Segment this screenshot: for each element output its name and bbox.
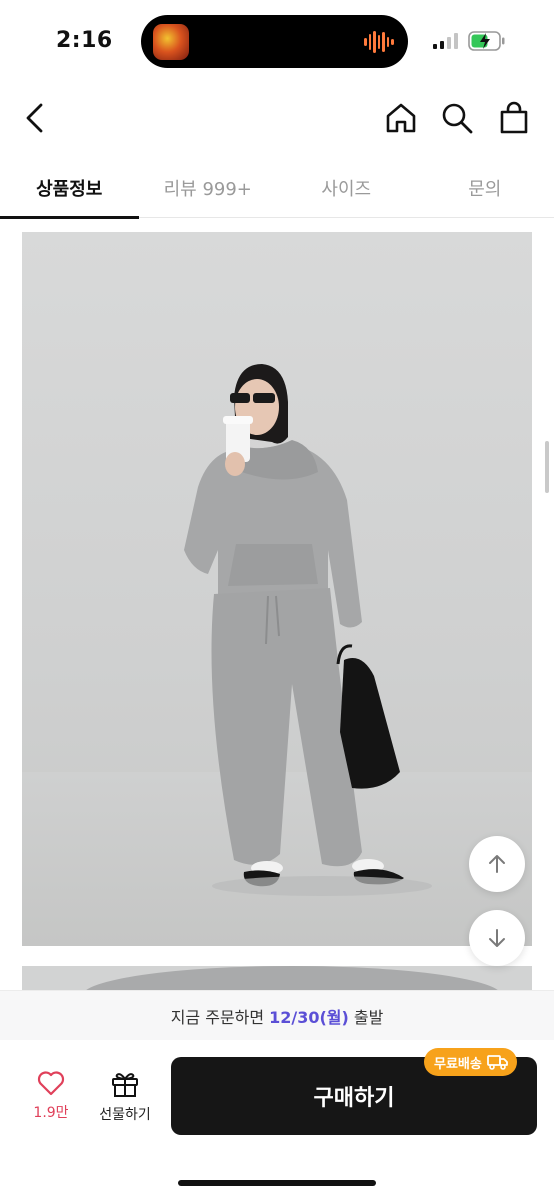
delivery-notice: 지금 주문하면 12/30(월) 출발: [0, 990, 554, 1040]
delivery-date: 12/30(월): [269, 1007, 349, 1027]
truck-icon: [486, 1055, 508, 1070]
scrollbar[interactable]: [545, 441, 549, 493]
product-tabs: 상품정보 리뷰 999+ 사이즈 문의: [0, 158, 554, 219]
gift-icon: [112, 1073, 138, 1097]
chevron-left-icon: [26, 103, 43, 133]
like-count: 1.9만: [33, 1105, 69, 1121]
nav-header: [0, 80, 554, 158]
dynamic-island[interactable]: [141, 15, 408, 68]
heart-icon: [37, 1071, 65, 1096]
arrow-up-icon: [489, 855, 505, 873]
product-photo[interactable]: [22, 232, 532, 946]
audio-waveform-icon: [364, 29, 395, 55]
cellular-signal-icon: [433, 33, 458, 49]
home-icon: [386, 103, 416, 133]
free-shipping-badge: 무료배송: [424, 1048, 517, 1076]
free-shipping-label: 무료배송: [434, 1056, 482, 1072]
gift-label: 선물하기: [99, 1107, 151, 1123]
scroll-bottom-button[interactable]: [469, 910, 525, 966]
cart-button[interactable]: [494, 98, 534, 138]
tab-inquiry[interactable]: 문의: [416, 158, 554, 218]
search-icon: [442, 103, 473, 134]
status-bar: 2:16: [0, 0, 554, 80]
arrow-down-icon: [489, 929, 505, 947]
like-button[interactable]: 1.9만: [22, 1070, 80, 1134]
status-time: 2:16: [56, 28, 113, 53]
gift-button[interactable]: 선물하기: [90, 1070, 160, 1134]
home-button[interactable]: [381, 98, 421, 138]
search-button[interactable]: [437, 98, 477, 138]
back-button[interactable]: [14, 98, 54, 138]
tab-reviews[interactable]: 리뷰 999+: [139, 158, 278, 218]
home-indicator[interactable]: [178, 1180, 376, 1186]
delivery-suffix: 출발: [353, 1007, 384, 1027]
delivery-prefix: 지금 주문하면: [170, 1007, 265, 1027]
battery-charging-icon: [468, 31, 505, 51]
now-playing-artwork: [153, 24, 189, 60]
scroll-top-button[interactable]: [469, 836, 525, 892]
tab-product-info[interactable]: 상품정보: [0, 158, 139, 219]
model-in-grey-tracksuit-illustration: [22, 364, 532, 946]
bottom-action-bar: 1.9만 선물하기 구매하기 무료배송: [0, 1040, 554, 1200]
shopping-bag-icon: [500, 101, 528, 134]
tab-size[interactable]: 사이즈: [277, 158, 416, 218]
